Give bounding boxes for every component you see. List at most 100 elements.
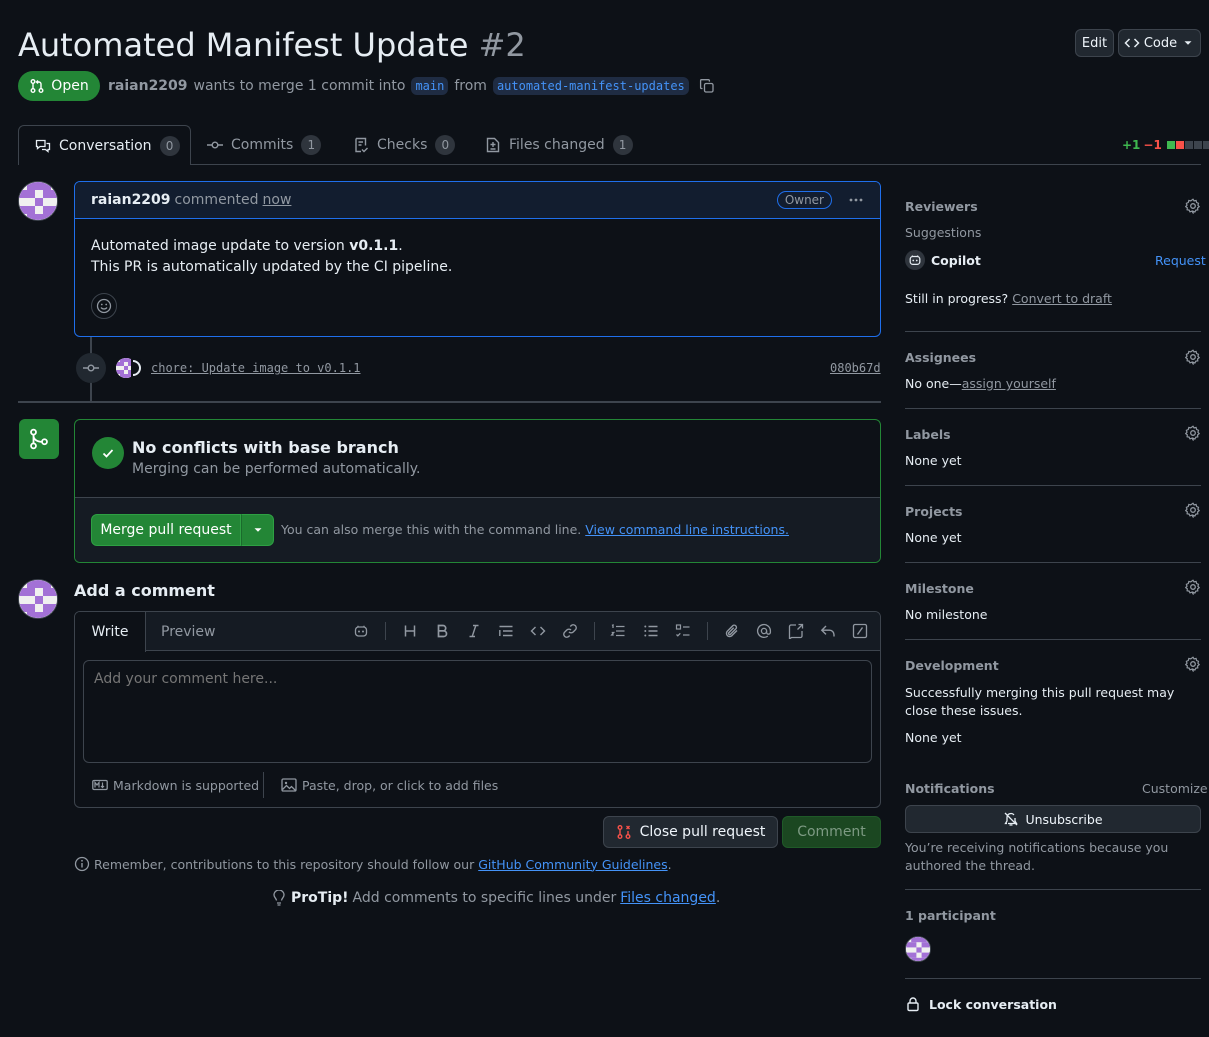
tab-write[interactable]: Write <box>75 612 146 652</box>
code-icon <box>1124 35 1140 51</box>
guidelines-note: Remember, contributions to this reposito… <box>74 856 672 872</box>
files-changed-link[interactable]: Files changed <box>620 890 716 906</box>
copy-icon[interactable] <box>699 78 715 94</box>
head-branch-label[interactable]: automated-manifest-updates <box>492 77 689 95</box>
close-pull-request-button[interactable]: Close pull request <box>603 816 778 848</box>
community-guidelines-link[interactable]: GitHub Community Guidelines <box>478 857 667 872</box>
bell-slash-icon <box>1003 811 1019 827</box>
slash-command-icon[interactable] <box>852 623 868 639</box>
unsubscribe-button[interactable]: Unsubscribe <box>905 805 1201 833</box>
comment-line-1: Automated image update to version v0.1.1… <box>91 238 403 254</box>
draft-note: Still in progress? Convert to draft <box>905 291 1112 306</box>
projects-heading[interactable]: Projects <box>905 504 963 519</box>
customize-notifications-link[interactable]: Customize <box>1142 781 1208 796</box>
code-dropdown-button[interactable]: Code <box>1118 29 1201 57</box>
gear-icon[interactable] <box>1185 198 1201 214</box>
italic-icon[interactable] <box>466 623 482 639</box>
merge-status-icon <box>19 419 59 459</box>
participant-avatar[interactable] <box>905 936 931 962</box>
sidebar-divider <box>905 562 1201 563</box>
gear-icon[interactable] <box>1185 656 1201 672</box>
sidebar-divider <box>905 485 1201 486</box>
comment-submit-button[interactable]: Comment <box>782 816 881 848</box>
triangle-down-icon <box>251 523 265 537</box>
request-review-link[interactable]: Request <box>1155 253 1206 268</box>
kebab-horizontal-icon[interactable] <box>848 192 864 208</box>
gear-icon[interactable] <box>1185 502 1201 518</box>
check-circle-icon <box>92 437 124 469</box>
merge-action-section: Merge pull request You can also merge th… <box>75 498 880 562</box>
lock-conversation-button[interactable]: Lock conversation <box>905 996 1057 1012</box>
notifications-reason: You’re receiving notifications because y… <box>905 840 1169 873</box>
milestone-heading[interactable]: Milestone <box>905 581 974 596</box>
quote-icon[interactable] <box>498 623 514 639</box>
cross-reference-icon[interactable] <box>788 623 804 639</box>
link-icon[interactable] <box>562 623 578 639</box>
merge-pull-request-button[interactable]: Merge pull request <box>91 514 241 546</box>
edit-title-button[interactable]: Edit <box>1075 29 1114 57</box>
merge-subtitle: Merging can be performed automatically. <box>132 461 421 477</box>
tab-conversation[interactable]: Conversation 0 <box>18 125 191 165</box>
avatar <box>18 181 58 221</box>
comment-textarea[interactable] <box>83 660 872 763</box>
merge-method-dropdown[interactable] <box>241 514 274 546</box>
sidebar-divider <box>905 331 1201 332</box>
bold-icon[interactable] <box>434 623 450 639</box>
copilot-icon[interactable] <box>353 623 369 639</box>
checklist-icon <box>353 137 369 153</box>
development-text: Successfully merging this pull request m… <box>905 685 1175 718</box>
command-line-link[interactable]: View command line instructions. <box>585 522 789 537</box>
tasklist-icon[interactable] <box>675 623 691 639</box>
tab-commits[interactable]: Commits 1 <box>207 125 322 165</box>
comment-editor: Write Preview Markdown is supported Past… <box>74 611 881 808</box>
projects-value: None yet <box>905 530 962 545</box>
gear-icon[interactable] <box>1185 425 1201 441</box>
attach-files-note[interactable]: Paste, drop, or click to add files <box>281 777 498 793</box>
heading-icon[interactable] <box>402 623 418 639</box>
git-pull-request-closed-icon <box>616 824 632 840</box>
current-user-avatar <box>18 579 58 619</box>
timeline-break <box>18 401 881 403</box>
markdown-note[interactable]: Markdown is supported <box>92 777 259 793</box>
triangle-down-icon <box>1181 36 1195 50</box>
comment-discussion-icon <box>35 138 51 154</box>
notifications-heading: Notifications <box>905 781 995 796</box>
reviewers-heading[interactable]: Reviewers <box>905 199 978 214</box>
git-commit-icon <box>207 137 223 153</box>
protip: ProTip! Add comments to specific lines u… <box>271 890 720 906</box>
light-bulb-icon <box>271 890 287 906</box>
unordered-list-icon[interactable] <box>643 623 659 639</box>
gear-icon[interactable] <box>1185 579 1201 595</box>
deletions-count: −1 <box>1143 138 1162 152</box>
milestone-value: No milestone <box>905 607 988 622</box>
commit-sha-link[interactable]: 080b67d <box>830 361 881 375</box>
development-heading[interactable]: Development <box>905 658 999 673</box>
pr-title-text: Automated Manifest Update <box>18 26 469 64</box>
tab-checks[interactable]: Checks 0 <box>353 125 456 165</box>
comment-body: Automated image update to version v0.1.1… <box>75 219 880 278</box>
code-icon[interactable] <box>530 623 546 639</box>
pr-title: Automated Manifest Update #2 <box>18 25 526 65</box>
github-actions-avatar <box>131 358 145 378</box>
commit-message-link[interactable]: chore: Update image to v0.1.1 <box>151 361 361 375</box>
reply-icon[interactable] <box>820 623 836 639</box>
convert-to-draft-link[interactable]: Convert to draft <box>1012 291 1112 306</box>
toolbar-separator <box>385 622 386 640</box>
add-reaction-icon[interactable] <box>91 293 117 319</box>
tab-files-changed[interactable]: Files changed 1 <box>485 125 633 165</box>
mention-icon[interactable] <box>756 623 772 639</box>
gear-icon[interactable] <box>1185 349 1201 365</box>
author-link[interactable]: raian2209 <box>108 78 188 94</box>
diffstat-blocks <box>1166 141 1209 149</box>
base-branch-label[interactable]: main <box>411 77 449 95</box>
comment-author[interactable]: raian2209 <box>91 192 171 208</box>
assign-yourself-link[interactable]: assign yourself <box>962 376 1056 391</box>
toolbar-separator <box>594 622 595 640</box>
paperclip-icon[interactable] <box>724 623 740 639</box>
labels-heading[interactable]: Labels <box>905 427 951 442</box>
tab-preview[interactable]: Preview <box>161 612 216 652</box>
comment-time[interactable]: now <box>263 192 292 208</box>
ordered-list-icon[interactable] <box>610 623 626 639</box>
assignees-heading[interactable]: Assignees <box>905 350 976 365</box>
tab-count: 0 <box>435 135 456 155</box>
